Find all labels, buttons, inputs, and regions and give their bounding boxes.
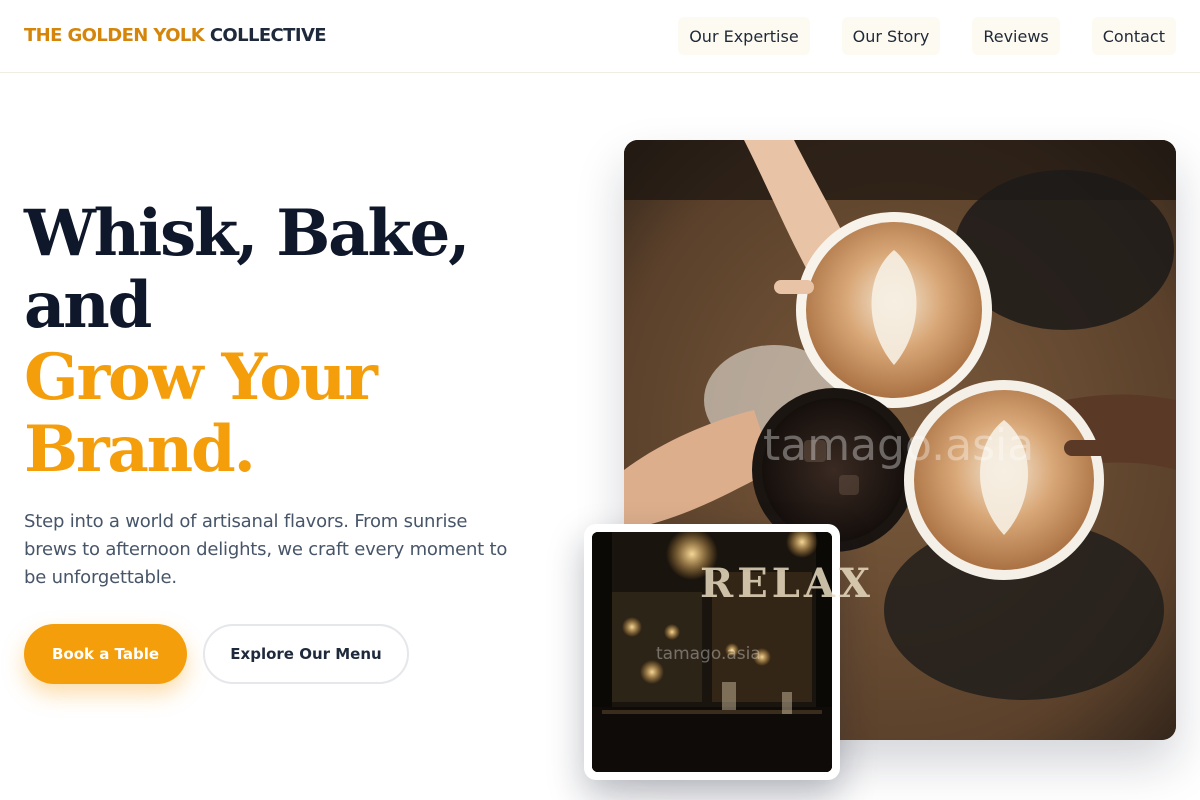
brand-logo[interactable]: THE GOLDEN YOLK COLLECTIVE <box>24 25 327 46</box>
headline-line-1: Whisk, Bake, <box>24 196 470 271</box>
book-table-button[interactable]: Book a Table <box>24 624 187 684</box>
main-nav: Our Expertise Our Story Reviews Contact <box>678 17 1176 55</box>
nav-link-expertise[interactable]: Our Expertise <box>678 17 810 55</box>
headline-line-4: Brand. <box>24 412 256 487</box>
nav-link-reviews[interactable]: Reviews <box>972 17 1060 55</box>
hero-headline: Whisk, Bake, and Grow Your Brand. <box>24 198 544 486</box>
headline-line-2: and <box>24 268 152 343</box>
site-header: THE GOLDEN YOLK COLLECTIVE Our Expertise… <box>0 0 1200 73</box>
nav-link-story[interactable]: Our Story <box>841 17 941 55</box>
logo-accent-text: THE GOLDEN YOLK <box>24 25 205 46</box>
hero-subtitle: Step into a world of artisanal flavors. … <box>24 511 508 588</box>
relax-sign: RELAX <box>700 560 874 607</box>
explore-menu-button[interactable]: Explore Our Menu <box>203 624 409 684</box>
headline-line-3: Grow Your <box>24 340 378 415</box>
logo-rest-text: COLLECTIVE <box>209 25 327 46</box>
nav-link-contact[interactable]: Contact <box>1091 17 1176 55</box>
